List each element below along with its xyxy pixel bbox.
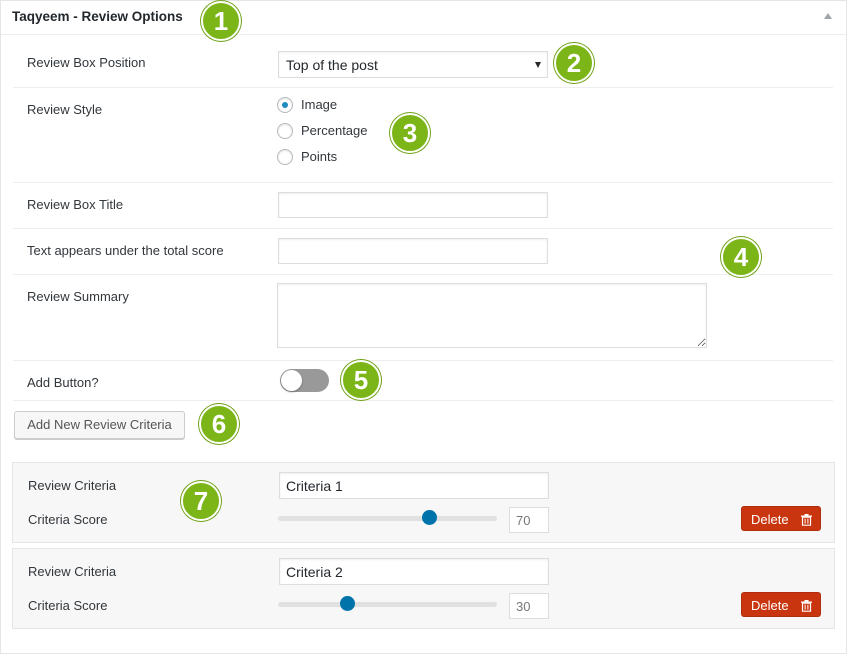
callout-badge-1: 1 [201,1,241,41]
toggle-knob [281,370,302,391]
delete-criteria-button[interactable]: Delete [741,506,821,531]
review-box-title-label: Review Box Title [27,197,124,212]
radio-label: Percentage [301,123,368,138]
criteria-score-input[interactable] [509,507,549,533]
divider [13,400,833,401]
slider-handle[interactable] [421,510,437,525]
divider [13,228,833,229]
divider [13,87,833,88]
caret-down-icon [535,62,541,68]
criteria-score-label: Criteria Score [28,512,108,527]
collapse-arrow-icon[interactable] [824,13,832,19]
review-criteria-label: Review Criteria [28,478,117,493]
divider [13,274,833,275]
slider-track [278,516,497,521]
radio-label: Points [301,149,338,164]
callout-badge-5: 5 [341,360,381,400]
add-new-review-criteria-button[interactable]: Add New Review Criteria [14,411,185,439]
callout-badge-2: 2 [554,43,594,83]
review-criteria-label: Review Criteria [28,564,117,579]
add-button-label: Add Button? [27,375,99,390]
radio-unchecked-icon [277,149,293,165]
criteria-name-input[interactable] [279,472,549,499]
criteria-score-slider[interactable] [278,595,497,613]
callout-badge-7: 7 [181,481,221,521]
radio-image[interactable]: Image [277,97,397,115]
review-options-panel: Taqyeem - Review Options Review Box Posi… [0,0,847,654]
panel-title: Taqyeem - Review Options [12,9,183,24]
panel-header[interactable]: Taqyeem - Review Options [1,1,846,35]
radio-unchecked-icon [277,123,293,139]
under-score-text-label: Text appears under the total score [27,243,224,258]
review-box-position-select[interactable]: Top of the post [278,51,548,78]
review-box-title-input[interactable] [278,192,548,218]
criteria-score-input[interactable] [509,593,549,619]
criteria-score-label: Criteria Score [28,598,108,613]
callout-badge-4: 4 [721,237,761,277]
radio-percentage[interactable]: Percentage [277,123,397,141]
under-score-text-input[interactable] [278,238,548,264]
review-box-position-label: Review Box Position [27,55,146,70]
trash-icon [801,600,812,612]
slider-handle[interactable] [339,596,355,611]
delete-label: Delete [751,512,789,527]
review-summary-label: Review Summary [27,289,129,304]
criteria-name-input[interactable] [279,558,549,585]
delete-criteria-button[interactable]: Delete [741,592,821,617]
criteria-item: Review Criteria Criteria Score Delete [12,548,835,629]
slider-track [278,602,497,607]
criteria-score-slider[interactable] [278,509,497,527]
divider [13,360,833,361]
criteria-item: Review Criteria Criteria Score Delete [12,462,835,543]
radio-points[interactable]: Points [277,149,397,167]
review-style-label: Review Style [27,102,103,117]
callout-badge-6: 6 [199,404,239,444]
trash-icon [801,514,812,526]
radio-checked-icon [277,97,293,113]
divider [13,182,833,183]
delete-label: Delete [751,598,789,613]
select-value: Top of the post [286,57,378,73]
review-summary-textarea[interactable] [277,283,707,348]
radio-label: Image [301,97,338,112]
callout-badge-3: 3 [390,113,430,153]
add-button-toggle[interactable] [280,369,329,392]
